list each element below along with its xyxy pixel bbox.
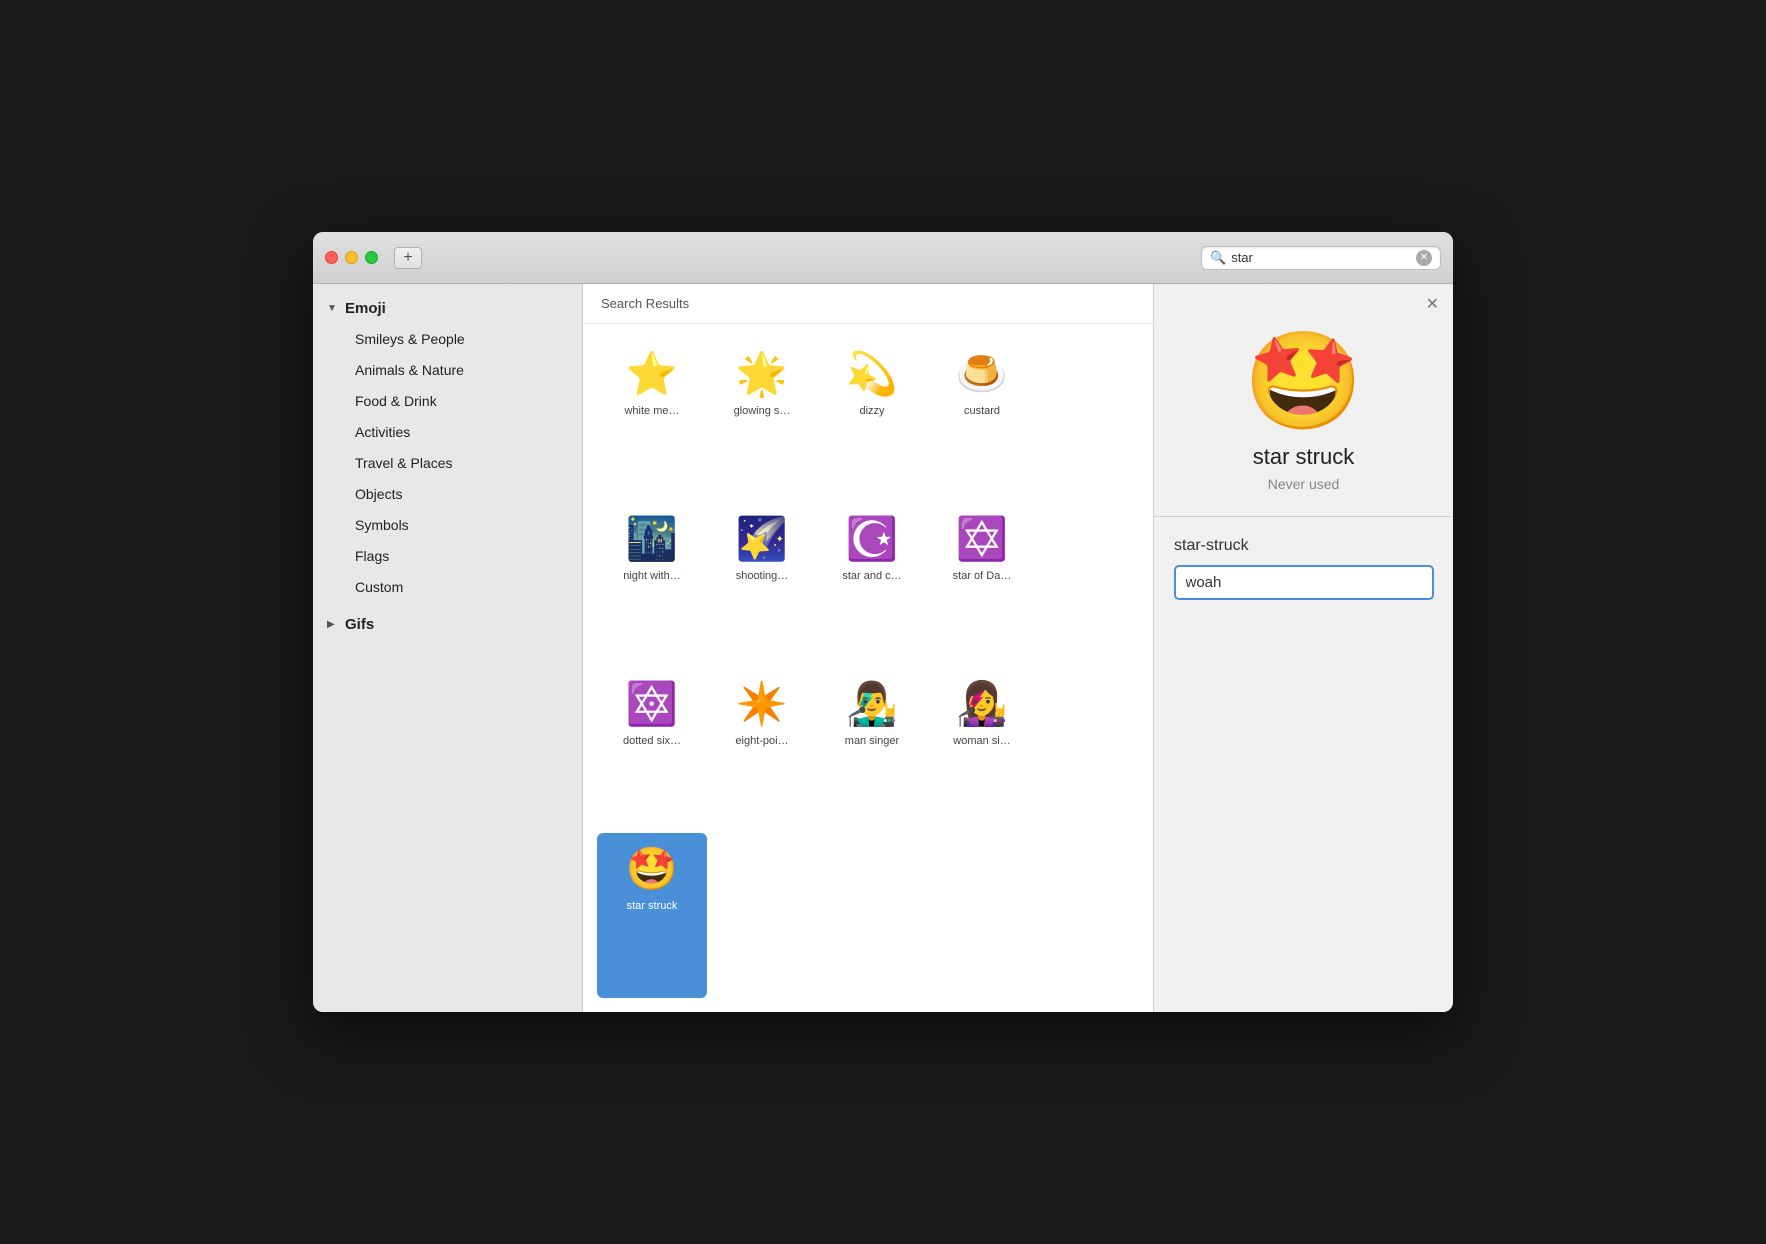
emoji-icon-glowing-star: 🌟: [736, 348, 788, 400]
emoji-cell-dotted-six-star[interactable]: 🔯 dotted six…: [597, 668, 707, 833]
main-panel: Search Results ⭐ white me… 🌟 glowing s… …: [583, 284, 1153, 1012]
shortcut-label: star-struck: [1154, 537, 1249, 555]
emoji-label-eight-pointed-star: eight-poi…: [735, 735, 788, 747]
right-panel-close-button[interactable]: ✕: [1412, 284, 1453, 324]
gifs-section-title: Gifs: [345, 616, 374, 633]
emoji-grid: ⭐ white me… 🌟 glowing s… 💫 dizzy 🍮 custa…: [583, 324, 1153, 1012]
emoji-cell-eight-pointed-star[interactable]: ✴️ eight-poi…: [707, 668, 817, 833]
shortcut-input[interactable]: [1174, 565, 1434, 600]
emoji-icon-star-and-crescent: ☪️: [846, 513, 898, 565]
preview-name: star struck: [1253, 444, 1354, 470]
emoji-cell-custard[interactable]: 🍮 custard: [927, 338, 1037, 503]
sidebar-item-custom[interactable]: Custom: [319, 572, 576, 602]
emoji-icon-dotted-six-star: 🔯: [626, 678, 678, 730]
preview-emoji: 🤩: [1244, 334, 1364, 430]
emoji-icon-eight-pointed-star: ✴️: [736, 678, 788, 730]
emoji-cell-dizzy[interactable]: 💫 dizzy: [817, 338, 927, 503]
emoji-label-white-medium-star: white me…: [624, 405, 679, 417]
search-results-header: Search Results: [583, 284, 1153, 324]
sidebar-item-objects[interactable]: Objects: [319, 479, 576, 509]
sidebar-item-flags[interactable]: Flags: [319, 541, 576, 571]
emoji-icon-woman-singer: 👩‍🎤: [956, 678, 1008, 730]
emoji-expand-triangle: ▼: [327, 303, 339, 314]
sidebar-item-symbols[interactable]: Symbols: [319, 510, 576, 540]
emoji-cell-white-medium-star[interactable]: ⭐ white me…: [597, 338, 707, 503]
emoji-icon-white-medium-star: ⭐: [626, 348, 678, 400]
emoji-label-shooting-star: shooting…: [736, 570, 789, 582]
emoji-cell-star-and-crescent[interactable]: ☪️ star and c…: [817, 503, 927, 668]
emoji-icon-custard: 🍮: [956, 348, 1008, 400]
maximize-button[interactable]: [365, 251, 378, 264]
emoji-cell-man-singer[interactable]: 👨‍🎤 man singer: [817, 668, 927, 833]
emoji-cell-woman-singer[interactable]: 👩‍🎤 woman si…: [927, 668, 1037, 833]
emoji-label-dizzy: dizzy: [859, 405, 884, 417]
emoji-label-woman-singer: woman si…: [953, 735, 1010, 747]
traffic-lights: [325, 251, 378, 264]
emoji-label-man-singer: man singer: [845, 735, 899, 747]
emoji-label-custard: custard: [964, 405, 1000, 417]
emoji-section-header[interactable]: ▼ Emoji: [313, 294, 582, 323]
emoji-icon-star-of-david: ✡️: [956, 513, 1008, 565]
search-icon: 🔍: [1210, 250, 1226, 266]
emoji-label-star-and-crescent: star and c…: [842, 570, 901, 582]
content-area: ▼ Emoji Smileys & People Animals & Natur…: [313, 284, 1453, 1012]
emoji-label-star-struck: star struck: [627, 900, 678, 912]
preview-usage: Never used: [1268, 476, 1340, 492]
right-panel: ✕ 🤩 star struck Never used star-struck: [1153, 284, 1453, 1012]
sidebar-item-animals-nature[interactable]: Animals & Nature: [319, 355, 576, 385]
close-button[interactable]: [325, 251, 338, 264]
gifs-section-header[interactable]: ▶ Gifs: [313, 610, 582, 639]
emoji-label-star-of-david: star of Da…: [953, 570, 1012, 582]
emoji-label-glowing-star: glowing s…: [734, 405, 791, 417]
emoji-cell-night-with-stars[interactable]: 🌃 night with…: [597, 503, 707, 668]
emoji-section-title: Emoji: [345, 300, 386, 317]
emoji-icon-star-struck: 🤩: [626, 843, 678, 895]
minimize-button[interactable]: [345, 251, 358, 264]
emoji-label-dotted-six-star: dotted six…: [623, 735, 681, 747]
emoji-icon-dizzy: 💫: [846, 348, 898, 400]
main-window: + 🔍 ✕ ▼ Emoji Smileys & People Animals &…: [313, 232, 1453, 1012]
sidebar-item-smileys-people[interactable]: Smileys & People: [319, 324, 576, 354]
new-tab-button[interactable]: +: [394, 247, 422, 269]
emoji-cell-glowing-star[interactable]: 🌟 glowing s…: [707, 338, 817, 503]
search-input[interactable]: [1231, 250, 1416, 265]
search-clear-button[interactable]: ✕: [1416, 250, 1432, 266]
sidebar: ▼ Emoji Smileys & People Animals & Natur…: [313, 284, 583, 1012]
sidebar-item-food-drink[interactable]: Food & Drink: [319, 386, 576, 416]
gifs-expand-triangle: ▶: [327, 619, 339, 630]
emoji-cell-star-struck[interactable]: 🤩 star struck: [597, 833, 707, 998]
emoji-icon-night-with-stars: 🌃: [626, 513, 678, 565]
emoji-cell-shooting-star[interactable]: 🌠 shooting…: [707, 503, 817, 668]
search-bar: 🔍 ✕: [1201, 246, 1441, 270]
emoji-cell-star-of-david[interactable]: ✡️ star of Da…: [927, 503, 1037, 668]
emoji-icon-shooting-star: 🌠: [736, 513, 788, 565]
emoji-icon-man-singer: 👨‍🎤: [846, 678, 898, 730]
sidebar-item-travel-places[interactable]: Travel & Places: [319, 448, 576, 478]
emoji-label-night-with-stars: night with…: [623, 570, 680, 582]
sidebar-item-activities[interactable]: Activities: [319, 417, 576, 447]
divider: [1154, 516, 1453, 517]
titlebar: + 🔍 ✕: [313, 232, 1453, 284]
